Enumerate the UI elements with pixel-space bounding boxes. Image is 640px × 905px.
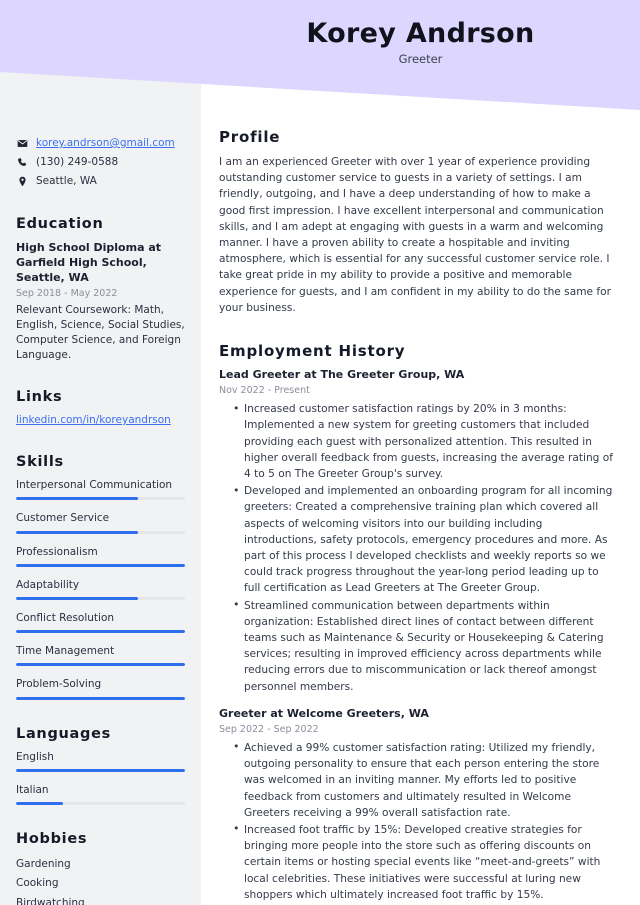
location-pin-icon bbox=[16, 174, 29, 187]
job-title: Lead Greeter at The Greeter Group, WA bbox=[219, 368, 465, 382]
profile-heading: Profile bbox=[219, 128, 281, 146]
skill-item: Time Management bbox=[16, 644, 185, 667]
skill-bar-fill bbox=[16, 497, 138, 501]
skill-label: Professionalism bbox=[16, 545, 98, 558]
location-text: Seattle, WA bbox=[36, 175, 97, 188]
hobby-item: Birdwatching bbox=[16, 896, 85, 905]
hobbies-list: Gardening Cooking Birdwatching bbox=[16, 855, 185, 905]
language-item: English bbox=[16, 750, 185, 772]
skill-bar-track bbox=[16, 530, 185, 534]
contact-location: Seattle, WA bbox=[16, 174, 185, 189]
skill-bar-track bbox=[16, 497, 185, 501]
skill-bar-track bbox=[16, 696, 185, 700]
skill-item: Conflict Resolution bbox=[16, 611, 185, 634]
skill-bar-track bbox=[16, 597, 185, 600]
skill-bar-fill bbox=[16, 663, 185, 667]
skill-item: Adaptability bbox=[16, 578, 185, 600]
job-bullets: Achieved a 99% customer satisfaction rat… bbox=[219, 739, 618, 905]
skill-item: Professionalism bbox=[16, 545, 185, 567]
contact-list: korey.andrson@gmail.com (130) 249-0588 S… bbox=[16, 136, 185, 190]
skill-bar-fill bbox=[16, 630, 185, 634]
language-bar-fill bbox=[16, 801, 64, 805]
phone-icon bbox=[16, 155, 29, 168]
language-bar-track bbox=[16, 768, 185, 772]
skill-item: Customer Service bbox=[16, 511, 185, 534]
email-link[interactable]: korey.andrson@gmail.com bbox=[36, 136, 175, 151]
education-date: Sep 2018 - May 2022 bbox=[16, 288, 118, 300]
job-date: Sep 2022 - Sep 2022 bbox=[219, 723, 319, 735]
skill-bar-fill bbox=[16, 563, 185, 567]
skill-bar-fill bbox=[16, 696, 185, 700]
hobby-item: Gardening bbox=[16, 857, 71, 870]
envelope-icon bbox=[16, 136, 29, 149]
skill-label: Adaptability bbox=[16, 578, 80, 591]
hobbies-heading: Hobbies bbox=[16, 830, 88, 847]
education-heading: Education bbox=[16, 215, 104, 232]
employment-heading: Employment History bbox=[219, 342, 406, 361]
education-entry: High School Diploma at Garfield High Sch… bbox=[16, 240, 185, 363]
skill-bar-fill bbox=[16, 597, 138, 600]
jobs-list: Lead Greeter at The Greeter Group, WA Nov… bbox=[219, 368, 618, 905]
hobby-item: Cooking bbox=[16, 877, 59, 890]
job-bullet: Streamlined communication between depart… bbox=[233, 597, 618, 695]
skill-bar-track bbox=[16, 663, 185, 667]
language-label: English bbox=[16, 750, 54, 763]
skill-bar-track bbox=[16, 630, 185, 634]
languages-list: English Italian bbox=[16, 750, 185, 805]
education-degree: High School Diploma at Garfield High Sch… bbox=[16, 240, 161, 284]
skills-list: Interpersonal Communication Customer Serv… bbox=[16, 478, 185, 700]
job-bullet: Increased foot traffic by 15%: Developed… bbox=[233, 821, 618, 903]
linkedin-link[interactable]: linkedin.com/in/koreyandrson bbox=[16, 413, 185, 428]
skill-label: Conflict Resolution bbox=[16, 612, 115, 624]
skill-item: Interpersonal Communication bbox=[16, 478, 185, 501]
contact-email[interactable]: korey.andrson@gmail.com bbox=[16, 136, 185, 151]
skill-label: Interpersonal Communication bbox=[16, 479, 173, 492]
languages-heading: Languages bbox=[16, 725, 111, 742]
skills-heading: Skills bbox=[16, 454, 64, 471]
education-description: Relevant Coursework: Math, English, Scie… bbox=[16, 304, 185, 362]
language-label: Italian bbox=[16, 783, 49, 796]
skill-bar-fill bbox=[16, 530, 138, 534]
skill-label: Problem-Solving bbox=[16, 678, 102, 691]
phone-text: (130) 249-0588 bbox=[36, 156, 119, 169]
job-entry: Lead Greeter at The Greeter Group, WA Nov… bbox=[219, 368, 618, 695]
contact-phone: (130) 249-0588 bbox=[16, 155, 185, 170]
skill-bar-track bbox=[16, 563, 185, 567]
job-title: Greeter at Welcome Greeters, WA bbox=[219, 706, 429, 720]
job-bullet: Increased customer satisfaction ratings … bbox=[233, 401, 618, 482]
profile-text: I am an experienced Greeter with over 1 … bbox=[219, 156, 611, 314]
job-bullet: Achieved a 99% customer satisfaction rat… bbox=[233, 739, 618, 821]
skill-label: Time Management bbox=[16, 645, 115, 658]
resume-page: korey.andrson@gmail.com (130) 249-0588 S… bbox=[0, 0, 640, 905]
sidebar: korey.andrson@gmail.com (130) 249-0588 S… bbox=[0, 0, 201, 905]
employment-section: Employment History Lead Greeter at The G… bbox=[219, 342, 618, 905]
job-date: Nov 2022 - Present bbox=[219, 384, 310, 396]
job-entry: Greeter at Welcome Greeters, WA Sep 2022 … bbox=[219, 707, 618, 905]
skill-label: Customer Service bbox=[16, 512, 110, 525]
job-bullet: Developed and implemented an onboarding … bbox=[233, 483, 618, 596]
skill-item: Problem-Solving bbox=[16, 677, 185, 700]
language-bar-track bbox=[16, 801, 185, 805]
main-content: Profile I am an experienced Greeter with… bbox=[201, 0, 640, 905]
language-item: Italian bbox=[16, 783, 185, 805]
job-bullets: Increased customer satisfaction ratings … bbox=[219, 401, 618, 695]
links-heading: Links bbox=[16, 389, 63, 406]
language-bar-fill bbox=[16, 768, 185, 772]
